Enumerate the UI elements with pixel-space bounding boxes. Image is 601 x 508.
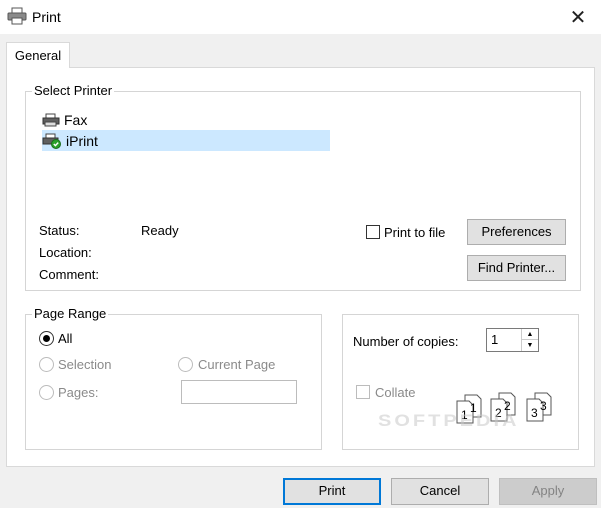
comment-label: Comment: — [39, 267, 99, 282]
find-printer-button[interactable]: Find Printer... — [467, 255, 566, 281]
print-to-file-label[interactable]: Print to file — [384, 225, 445, 240]
spin-down-icon[interactable]: ▼ — [522, 340, 538, 351]
location-label: Location: — [39, 245, 92, 260]
printer-ready-icon — [42, 133, 61, 149]
status-value: Ready — [141, 223, 179, 238]
title-bar: Print ✕ — [0, 0, 601, 34]
spin-up-icon[interactable]: ▲ — [522, 329, 538, 340]
watermark: SOFTPEDIA — [378, 411, 520, 431]
fax-printer-icon — [42, 113, 60, 126]
selection-radio[interactable] — [39, 357, 54, 372]
svg-text:3: 3 — [531, 406, 538, 420]
printer-name: iPrint — [66, 132, 98, 149]
printer-name: Fax — [64, 111, 88, 128]
all-label: All — [58, 331, 73, 346]
selection-label: Selection — [58, 357, 112, 372]
status-label: Status: — [39, 223, 80, 238]
general-tab-panel: Select Printer Fax iPrint Status: Ready … — [6, 67, 595, 467]
copies-value: 1 — [491, 332, 499, 347]
pages-input[interactable] — [181, 380, 297, 404]
select-printer-legend: Select Printer — [32, 83, 115, 99]
number-of-copies-label: Number of copies: — [353, 334, 459, 349]
all-radio[interactable] — [39, 331, 54, 346]
spinner-arrows: ▲ ▼ — [521, 329, 538, 351]
page-range-legend: Page Range — [32, 306, 109, 322]
current-page-label: Current Page — [198, 357, 276, 372]
printer-item-iprint[interactable]: iPrint — [42, 130, 330, 151]
printer-item-fax[interactable]: Fax — [42, 109, 172, 130]
print-to-file-checkbox[interactable] — [366, 225, 380, 239]
cancel-button[interactable]: Cancel — [391, 478, 489, 505]
copies-spinner[interactable]: 1 ▲ ▼ — [486, 328, 539, 352]
print-button[interactable]: Print — [283, 478, 381, 505]
pages-label: Pages: — [58, 385, 99, 400]
pages-radio[interactable] — [39, 385, 54, 400]
window-title: Print — [32, 9, 61, 25]
printer-icon — [7, 7, 27, 25]
collate-checkbox[interactable] — [356, 385, 370, 399]
current-page-radio[interactable] — [178, 357, 193, 372]
close-button[interactable]: ✕ — [555, 0, 601, 34]
collate-label: Collate — [375, 385, 416, 400]
select-printer-group: Select Printer Fax iPrint Status: Ready … — [25, 83, 581, 291]
apply-button[interactable]: Apply — [499, 478, 597, 505]
tab-general[interactable]: General — [6, 42, 70, 68]
page-range-group: Page Range All Selection Current Page Pa… — [25, 306, 322, 450]
preferences-button[interactable]: Preferences — [467, 219, 566, 245]
svg-text:3: 3 — [540, 399, 547, 413]
close-icon: ✕ — [569, 6, 587, 29]
